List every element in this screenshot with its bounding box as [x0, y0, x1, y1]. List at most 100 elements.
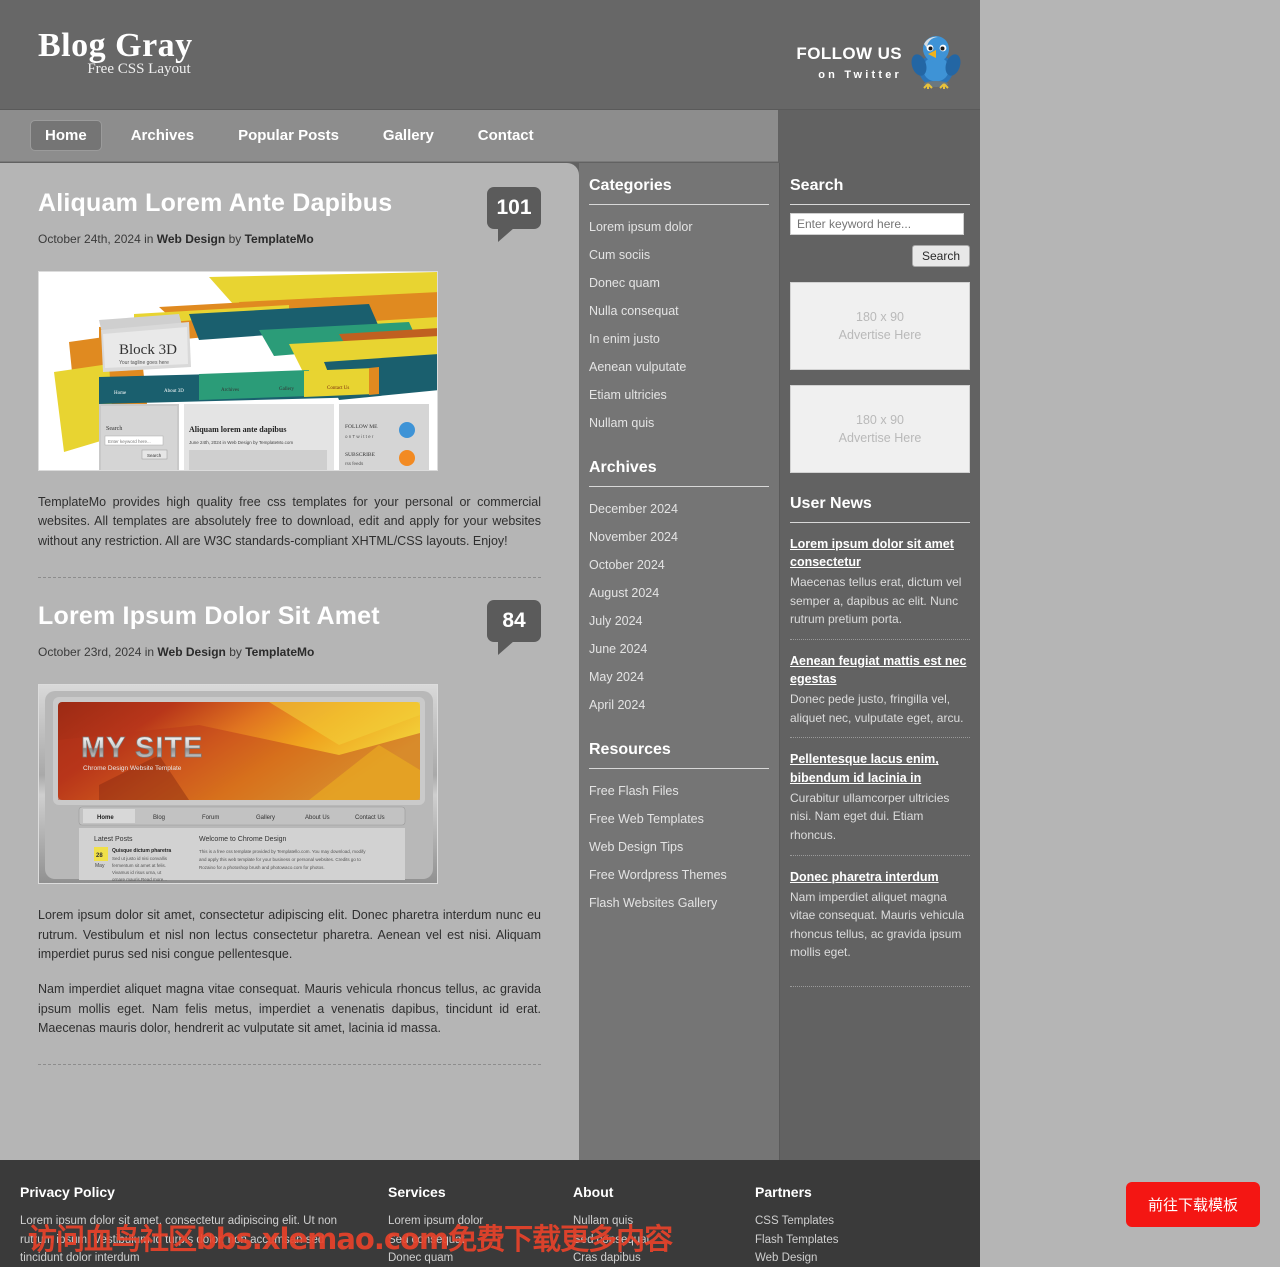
post-meta: October 24th, 2024 in Web Design by Temp… [38, 232, 541, 246]
widget-title-search: Search [790, 177, 970, 205]
svg-text:Gallery: Gallery [256, 815, 275, 821]
category-item[interactable]: Nulla consequat [589, 297, 779, 325]
search-button[interactable]: Search [911, 245, 970, 267]
ad-slot[interactable]: 180 x 90 Advertise Here [790, 282, 970, 370]
archives-list: December 2024 November 2024 October 2024… [589, 495, 779, 719]
archive-item[interactable]: May 2024 [589, 663, 779, 691]
post-title[interactable]: Aliquam Lorem Ante Dapibus [38, 189, 541, 218]
footer-link[interactable]: Flash Templates [755, 1231, 915, 1250]
widget-archives: Archives December 2024 November 2024 Oct… [589, 459, 779, 719]
footer-link[interactable]: Donec quam [388, 1249, 553, 1267]
widget-resources: Resources Free Flash Files Free Web Temp… [589, 741, 779, 917]
post-thumbnail-mysite[interactable]: MY SITE Chrome Design Website Template H… [38, 684, 438, 885]
twitter-bird-icon[interactable] [910, 32, 962, 90]
footer-link[interactable]: Web Design [755, 1249, 915, 1267]
news-item-title[interactable]: Lorem ipsum dolor sit amet consectetur [790, 535, 970, 571]
svg-text:Home: Home [97, 815, 114, 821]
footer-title-about: About [573, 1184, 614, 1200]
follow-us-block[interactable]: FOLLOW US on Twitter [796, 44, 902, 81]
svg-text:Aliquam lorem ante dapibus: Aliquam lorem ante dapibus [189, 425, 286, 434]
category-item[interactable]: Etiam ultricies [589, 381, 779, 409]
footer-link[interactable]: Nullam quis [573, 1212, 735, 1231]
widget-title-user-news: User News [790, 495, 970, 523]
svg-text:Quisque dictum pharetra: Quisque dictum pharetra [112, 848, 171, 854]
follow-us-label: FOLLOW US [796, 44, 902, 63]
nav-item-contact[interactable]: Contact [463, 120, 549, 151]
svg-text:Block 3D: Block 3D [119, 342, 177, 358]
ad-size-label: 180 x 90 [856, 309, 904, 324]
archive-item[interactable]: December 2024 [589, 495, 779, 523]
svg-text:rss feeds: rss feeds [345, 461, 364, 466]
comment-count-badge[interactable]: 84 [487, 600, 541, 656]
post-header: Aliquam Lorem Ante Dapibus October 24th,… [38, 187, 541, 246]
footer-link[interactable]: Sed consequat [573, 1231, 735, 1250]
news-item-title[interactable]: Donec pharetra interdum [790, 868, 970, 886]
category-item[interactable]: In enim justo [589, 325, 779, 353]
site-branding[interactable]: Blog Gray Free CSS Layout [38, 28, 193, 78]
archive-item[interactable]: April 2024 [589, 691, 779, 719]
widget-title-resources: Resources [589, 741, 769, 769]
category-item[interactable]: Donec quam [589, 269, 779, 297]
nav-item-archives[interactable]: Archives [116, 120, 209, 151]
archive-item[interactable]: June 2024 [589, 635, 779, 663]
post-meta: October 23rd, 2024 in Web Design by Temp… [38, 645, 541, 659]
post-author[interactable]: TemplateMo [245, 645, 314, 659]
main-content: Aliquam Lorem Ante Dapibus October 24th,… [0, 163, 579, 1160]
post-category[interactable]: Web Design [157, 232, 225, 246]
sidebar-categories: Categories Lorem ipsum dolor Cum sociis … [579, 163, 779, 1160]
svg-text:Forum: Forum [202, 815, 219, 821]
archive-item[interactable]: November 2024 [589, 523, 779, 551]
footer-link[interactable]: Sed consequat [388, 1231, 553, 1250]
resource-item[interactable]: Web Design Tips [589, 833, 779, 861]
svg-text:Rozaino for a photoshop brush: Rozaino for a photoshop brush and photow… [199, 865, 325, 870]
archive-item[interactable]: October 2024 [589, 551, 779, 579]
news-item-title[interactable]: Aenean feugiat mattis est nec egestas [790, 652, 970, 688]
post-thumbnail-block3d[interactable]: Block 3D Your tagline goes here Home Abo… [38, 271, 438, 471]
post-title[interactable]: Lorem Ipsum Dolor Sit Amet [38, 602, 541, 631]
post-divider [38, 577, 541, 579]
news-item: Pellentesque lacus enim, bibendum id lac… [790, 737, 970, 854]
post-body: TemplateMo provides high quality free cs… [38, 493, 541, 551]
news-item: Lorem ipsum dolor sit amet consectetur M… [790, 531, 970, 639]
category-item[interactable]: Nullam quis [589, 409, 779, 437]
ad-slot[interactable]: 180 x 90 Advertise Here [790, 385, 970, 473]
comment-count-badge[interactable]: 101 [487, 187, 541, 242]
nav-item-gallery[interactable]: Gallery [368, 120, 449, 151]
download-template-button[interactable]: 前往下载模板 [1125, 1182, 1260, 1227]
category-item[interactable]: Aenean vulputate [589, 353, 779, 381]
svg-text:Blog: Blog [153, 815, 165, 821]
search-input[interactable] [790, 213, 964, 235]
search-button-wrap: Search [790, 245, 970, 267]
blog-post: Aliquam Lorem Ante Dapibus October 24th,… [38, 187, 541, 551]
resource-item[interactable]: Free Wordpress Themes [589, 861, 779, 889]
nav-item-home[interactable]: Home [30, 120, 102, 151]
svg-text:Home: Home [114, 391, 127, 396]
news-item: Aenean feugiat mattis est nec egestas Do… [790, 639, 970, 737]
resource-item[interactable]: Flash Websites Gallery [589, 889, 779, 917]
footer-about-list: Nullam quis Sed consequat Cras dapibus [573, 1212, 735, 1267]
archive-item[interactable]: August 2024 [589, 579, 779, 607]
nav-item-popular-posts[interactable]: Popular Posts [223, 120, 354, 151]
widget-categories: Categories Lorem ipsum dolor Cum sociis … [589, 177, 779, 437]
category-item[interactable]: Cum sociis [589, 241, 779, 269]
post-in-word: in [140, 232, 157, 246]
footer-title-services: Services [388, 1184, 446, 1200]
post-category[interactable]: Web Design [157, 645, 225, 659]
footer-link[interactable]: Cras dapibus [573, 1249, 735, 1267]
svg-text:FOLLOW ME: FOLLOW ME [345, 424, 378, 430]
svg-text:Vivamus id risus urna, ut: Vivamus id risus urna, ut [112, 870, 162, 875]
news-separator [790, 986, 970, 987]
resource-item[interactable]: Free Flash Files [589, 777, 779, 805]
post-author[interactable]: TemplateMo [245, 232, 314, 246]
archive-item[interactable]: July 2024 [589, 607, 779, 635]
post-in-word: in [141, 645, 158, 660]
svg-text:Contact Us: Contact Us [327, 386, 349, 391]
svg-text:Search: Search [147, 453, 162, 458]
footer-link[interactable]: Lorem ipsum dolor [388, 1212, 553, 1231]
resource-item[interactable]: Free Web Templates [589, 805, 779, 833]
footer-column-services: Services Lorem ipsum dolor Sed consequat… [388, 1184, 573, 1267]
news-item-text: Curabitur ullamcorper ultricies nisi. Na… [790, 790, 950, 842]
footer-link[interactable]: CSS Templates [755, 1212, 915, 1231]
news-item-title[interactable]: Pellentesque lacus enim, bibendum id lac… [790, 750, 970, 786]
category-item[interactable]: Lorem ipsum dolor [589, 213, 779, 241]
